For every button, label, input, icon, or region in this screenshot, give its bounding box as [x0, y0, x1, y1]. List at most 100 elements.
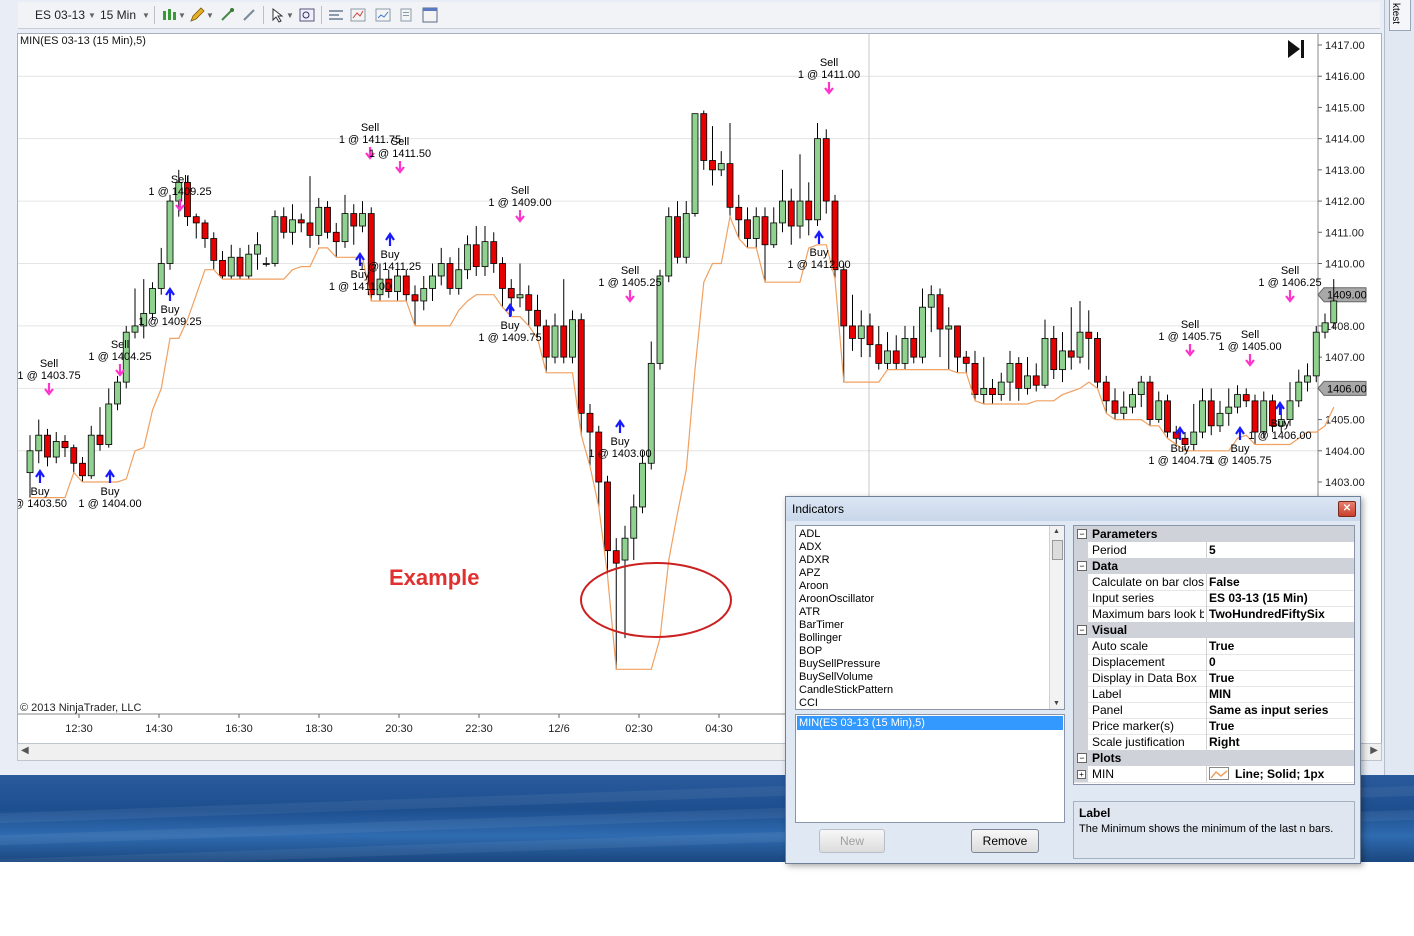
indicator-list-item[interactable]: ADXR — [799, 554, 830, 567]
column-divider[interactable] — [1206, 686, 1207, 702]
property-value[interactable]: True — [1209, 670, 1234, 686]
indicator-list-item[interactable]: CandleStickPattern — [799, 684, 893, 697]
property-row[interactable]: Display in Data Box True — [1074, 670, 1354, 687]
go-to-end-icon[interactable] — [1288, 40, 1300, 58]
indicators-icon[interactable] — [375, 7, 391, 23]
indicator-list-item[interactable]: APZ — [799, 567, 820, 580]
chevron-down-icon[interactable]: ▼ — [286, 11, 294, 20]
chevron-down-icon[interactable]: ▼ — [178, 11, 186, 20]
property-row[interactable]: Maximum bars look ba TwoHundredFiftySix — [1074, 606, 1354, 623]
property-row[interactable]: Auto scale True — [1074, 638, 1354, 655]
indicator-list-item[interactable]: BarTimer — [799, 619, 844, 632]
column-divider[interactable] — [1206, 574, 1207, 590]
property-row[interactable]: Input series ES 03-13 (15 Min) — [1074, 590, 1354, 607]
property-value[interactable]: MIN — [1209, 686, 1231, 702]
property-value[interactable]: False — [1209, 574, 1240, 590]
applied-indicator-item[interactable]: MIN(ES 03-13 (15 Min),5) — [797, 716, 1063, 730]
expand-icon[interactable]: + — [1077, 770, 1086, 779]
toolbar-separator — [154, 6, 155, 24]
indicator-list-item[interactable]: BuySellVolume — [799, 671, 873, 684]
collapse-icon[interactable]: − — [1077, 753, 1087, 763]
column-divider[interactable] — [1206, 718, 1207, 734]
strategies-icon[interactable] — [350, 7, 366, 23]
remove-button[interactable]: Remove — [971, 829, 1039, 853]
column-divider[interactable] — [1206, 670, 1207, 686]
indicator-list-item[interactable]: BuySellPressure — [799, 658, 880, 671]
snapshot-icon[interactable] — [398, 7, 414, 23]
indicator-list-item[interactable]: CCI — [799, 697, 818, 709]
collapse-icon[interactable]: − — [1077, 529, 1087, 539]
interval-selector[interactable]: 15 Min — [100, 8, 136, 22]
scroll-down-icon[interactable]: ▼ — [1053, 700, 1060, 707]
scroll-thumb[interactable] — [1052, 540, 1063, 560]
category-visual[interactable]: − Visual — [1074, 622, 1354, 638]
property-value[interactable]: Line; Solid; 1px — [1209, 766, 1324, 782]
indicator-list-item[interactable]: BOP — [799, 645, 822, 658]
property-value[interactable]: 5 — [1209, 542, 1216, 558]
column-divider[interactable] — [1206, 702, 1207, 718]
zoom-in-icon[interactable] — [219, 7, 235, 23]
cursor-arrow-icon[interactable] — [270, 7, 286, 23]
property-value[interactable]: True — [1209, 638, 1234, 654]
chevron-down-icon[interactable]: ▼ — [206, 11, 214, 20]
property-value[interactable]: 0 — [1209, 654, 1216, 670]
property-row[interactable]: Calculate on bar close False — [1074, 574, 1354, 591]
property-row[interactable]: Panel Same as input series — [1074, 702, 1354, 719]
zoom-out-icon[interactable] — [241, 7, 257, 23]
close-icon[interactable]: ✕ — [1338, 501, 1356, 517]
properties-grid[interactable]: − Parameters Period 5− Data Calculate on bar … — [1073, 525, 1355, 785]
category-plots[interactable]: − Plots — [1074, 750, 1354, 766]
go-to-end-bar[interactable] — [1301, 40, 1304, 58]
property-row[interactable]: Period 5 — [1074, 542, 1354, 559]
list-scrollbar[interactable]: ▲ ▼ — [1049, 526, 1064, 709]
property-row[interactable]: Price marker(s) True — [1074, 718, 1354, 735]
candle-body — [105, 403, 113, 445]
column-divider[interactable] — [1206, 542, 1207, 558]
property-row[interactable]: Scale justification Right — [1074, 734, 1354, 751]
bar-type-icon[interactable] — [161, 7, 177, 23]
indicator-list-item[interactable]: Bollinger — [799, 632, 842, 645]
property-value[interactable]: TwoHundredFiftySix — [1209, 606, 1325, 622]
indicator-list-item[interactable]: ADL — [799, 528, 820, 541]
applied-indicators-list[interactable]: MIN(ES 03-13 (15 Min),5) — [795, 714, 1065, 823]
indicator-list-item[interactable]: Aroon — [799, 580, 828, 593]
available-indicators-list[interactable]: ADL ADX ADXR APZ Aroon AroonOscillator ATR BarT… — [795, 525, 1065, 710]
dialog-title-bar[interactable]: Indicators ✕ — [786, 497, 1360, 521]
column-divider[interactable] — [1206, 654, 1207, 670]
chevron-down-icon[interactable]: ▼ — [88, 11, 96, 20]
property-value[interactable]: True — [1209, 718, 1234, 734]
new-button[interactable]: New — [819, 829, 885, 853]
scroll-right-icon[interactable]: ▶ — [1370, 745, 1378, 756]
chevron-down-icon[interactable]: ▼ — [142, 11, 150, 20]
candle-body — [245, 253, 253, 277]
column-divider[interactable] — [1206, 590, 1207, 606]
indicator-list-item[interactable]: ADX — [799, 541, 822, 554]
column-divider[interactable] — [1206, 734, 1207, 750]
panel-icon[interactable] — [422, 7, 438, 23]
scroll-left-icon[interactable]: ◀ — [21, 745, 29, 756]
property-row[interactable]: Displacement 0 — [1074, 654, 1354, 671]
property-row[interactable]: Label MIN — [1074, 686, 1354, 703]
collapse-icon[interactable]: − — [1077, 561, 1087, 571]
properties-icon[interactable] — [328, 7, 344, 23]
property-value[interactable]: Right — [1209, 734, 1240, 750]
category-parameters[interactable]: − Parameters — [1074, 526, 1354, 542]
property-value[interactable]: ES 03-13 (15 Min) — [1209, 590, 1308, 606]
indicator-list-item[interactable]: AroonOscillator — [799, 593, 874, 606]
column-divider[interactable] — [1206, 638, 1207, 654]
property-row[interactable]: + MIN Line; Solid; 1px — [1074, 766, 1354, 783]
data-box-icon[interactable] — [299, 7, 315, 23]
collapse-icon[interactable]: − — [1077, 625, 1087, 635]
indicator-list-item[interactable]: ATR — [799, 606, 820, 619]
candle-body — [542, 325, 550, 358]
property-value[interactable]: Same as input series — [1209, 702, 1328, 718]
column-divider[interactable] — [1206, 606, 1207, 622]
category-data[interactable]: − Data — [1074, 558, 1354, 574]
scroll-up-icon[interactable]: ▲ — [1053, 528, 1060, 535]
column-divider[interactable] — [1206, 766, 1207, 782]
instrument-selector[interactable]: ES 03-13 — [35, 8, 85, 22]
side-tab[interactable]: ktest — [1389, 0, 1411, 31]
draw-pencil-icon[interactable] — [189, 7, 205, 23]
plot-style-text: Line; Solid; 1px — [1235, 767, 1325, 781]
toolbar-separator — [321, 6, 322, 24]
